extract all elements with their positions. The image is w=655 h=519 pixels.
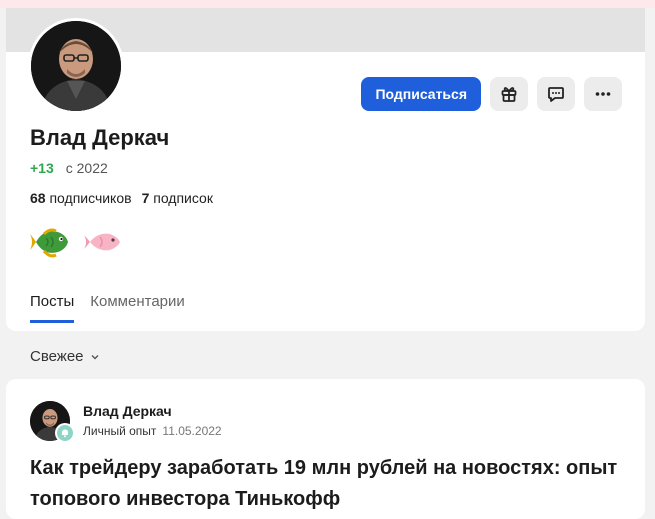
following-count: 7 [141,190,150,206]
more-button[interactable] [584,77,622,111]
chevron-down-icon [91,354,99,359]
gift-button[interactable] [490,77,528,111]
top-strip [0,0,655,8]
followers-label: подписчиков [49,190,132,206]
profile-name: Влад Деркач [30,125,170,150]
bell-icon [57,425,73,441]
followers-count: 68 [30,190,46,206]
following-link[interactable]: 7 подписок [142,190,213,206]
gift-icon [501,87,517,102]
fish-pink-badge-icon[interactable] [82,222,126,262]
profile-tabs: Посты Комментарии [30,293,185,323]
fish-green-badge-icon[interactable] [30,222,74,262]
profile-since: с 2022 [65,160,108,176]
avatar-photo [31,21,121,111]
message-button[interactable] [537,77,575,111]
tab-comments[interactable]: Комментарии [90,293,184,323]
subscribe-button[interactable]: Подписаться [361,77,481,111]
sort-dropdown[interactable]: Свежее [30,348,100,365]
message-icon [548,87,564,102]
profile-stats: 68 подписчиков 7 подписок [30,190,213,206]
more-icon [595,92,611,96]
post-author-name[interactable]: Влад Деркач [83,403,172,419]
post-meta: Личный опыт 11.05.2022 [83,424,222,438]
profile-badges [30,222,126,262]
post-author-badge [55,423,75,443]
following-label: подписок [153,190,213,206]
profile-meta: +13 с 2022 [30,160,108,176]
post-title[interactable]: Как трейдеру заработать 19 млн рублей на… [30,453,620,515]
profile-rating: +13 [30,160,54,176]
profile-card: Подписаться Влад Деркач +13 с 2022 68 по… [6,8,645,331]
profile-avatar[interactable] [28,18,124,114]
post-card[interactable]: Влад Деркач Личный опыт 11.05.2022 Как тр… [6,379,645,519]
post-date: 11.05.2022 [162,424,222,438]
tab-posts[interactable]: Посты [30,293,75,323]
post-category[interactable]: Личный опыт [83,424,156,438]
profile-actions: Подписаться [361,77,622,111]
sort-label: Свежее [30,348,84,365]
followers-link[interactable]: 68 подписчиков [30,190,132,206]
